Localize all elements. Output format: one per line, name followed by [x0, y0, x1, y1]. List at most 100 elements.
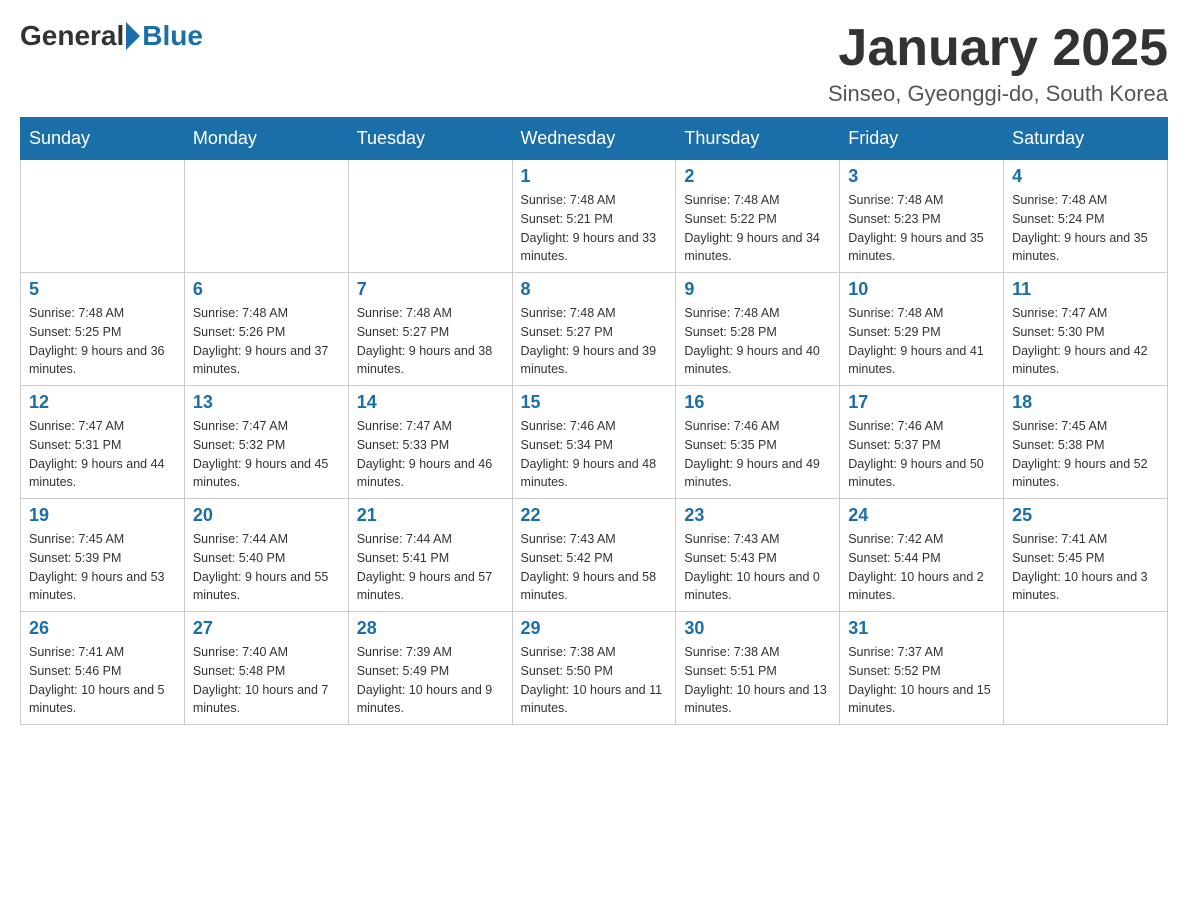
calendar-header-thursday: Thursday [676, 118, 840, 160]
calendar-header-friday: Friday [840, 118, 1004, 160]
day-number: 31 [848, 618, 995, 639]
calendar-week-row: 26 Sunrise: 7:41 AMSunset: 5:46 PMDayligh… [21, 612, 1168, 725]
day-number: 10 [848, 279, 995, 300]
day-info: Sunrise: 7:47 AMSunset: 5:31 PMDaylight:… [29, 417, 176, 492]
day-info: Sunrise: 7:41 AMSunset: 5:46 PMDaylight:… [29, 643, 176, 718]
calendar-week-row: 5 Sunrise: 7:48 AMSunset: 5:25 PMDaylight… [21, 273, 1168, 386]
calendar-header-saturday: Saturday [1004, 118, 1168, 160]
day-number: 21 [357, 505, 504, 526]
calendar-cell: 2 Sunrise: 7:48 AMSunset: 5:22 PMDaylight… [676, 160, 840, 273]
day-number: 24 [848, 505, 995, 526]
calendar-cell: 30 Sunrise: 7:38 AMSunset: 5:51 PMDayligh… [676, 612, 840, 725]
day-number: 1 [521, 166, 668, 187]
day-number: 9 [684, 279, 831, 300]
day-number: 15 [521, 392, 668, 413]
logo: General Blue [20, 20, 203, 52]
day-number: 17 [848, 392, 995, 413]
calendar-week-row: 19Sunrise: 7:45 AMSunset: 5:39 PMDayligh… [21, 499, 1168, 612]
calendar-cell: 27Sunrise: 7:40 AMSunset: 5:48 PMDayligh… [184, 612, 348, 725]
calendar-cell: 13 Sunrise: 7:47 AMSunset: 5:32 PMDayligh… [184, 386, 348, 499]
month-title: January 2025 [828, 20, 1168, 77]
day-info: Sunrise: 7:47 AMSunset: 5:32 PMDaylight:… [193, 417, 340, 492]
day-number: 12 [29, 392, 176, 413]
day-info: Sunrise: 7:48 AMSunset: 5:27 PMDaylight:… [521, 304, 668, 379]
calendar-header-wednesday: Wednesday [512, 118, 676, 160]
calendar-cell: 16Sunrise: 7:46 AMSunset: 5:35 PMDayligh… [676, 386, 840, 499]
day-number: 7 [357, 279, 504, 300]
day-number: 25 [1012, 505, 1159, 526]
location-subtitle: Sinseo, Gyeonggi-do, South Korea [828, 81, 1168, 107]
day-number: 3 [848, 166, 995, 187]
day-info: Sunrise: 7:48 AMSunset: 5:25 PMDaylight:… [29, 304, 176, 379]
calendar-header-tuesday: Tuesday [348, 118, 512, 160]
day-info: Sunrise: 7:45 AMSunset: 5:38 PMDaylight:… [1012, 417, 1159, 492]
day-info: Sunrise: 7:37 AMSunset: 5:52 PMDaylight:… [848, 643, 995, 718]
calendar-cell: 9 Sunrise: 7:48 AMSunset: 5:28 PMDaylight… [676, 273, 840, 386]
calendar-cell: 31 Sunrise: 7:37 AMSunset: 5:52 PMDayligh… [840, 612, 1004, 725]
calendar-cell: 10 Sunrise: 7:48 AMSunset: 5:29 PMDayligh… [840, 273, 1004, 386]
day-number: 5 [29, 279, 176, 300]
day-number: 18 [1012, 392, 1159, 413]
calendar-cell: 24 Sunrise: 7:42 AMSunset: 5:44 PMDayligh… [840, 499, 1004, 612]
page-header: General Blue January 2025 Sinseo, Gyeong… [20, 20, 1168, 107]
calendar-week-row: 12 Sunrise: 7:47 AMSunset: 5:31 PMDayligh… [21, 386, 1168, 499]
calendar-cell: 3 Sunrise: 7:48 AMSunset: 5:23 PMDaylight… [840, 160, 1004, 273]
day-number: 8 [521, 279, 668, 300]
calendar-header-sunday: Sunday [21, 118, 185, 160]
day-info: Sunrise: 7:44 AMSunset: 5:41 PMDaylight:… [357, 530, 504, 605]
title-block: January 2025 Sinseo, Gyeonggi-do, South … [828, 20, 1168, 107]
day-number: 13 [193, 392, 340, 413]
day-info: Sunrise: 7:48 AMSunset: 5:23 PMDaylight:… [848, 191, 995, 266]
day-info: Sunrise: 7:39 AMSunset: 5:49 PMDaylight:… [357, 643, 504, 718]
calendar-cell: 5 Sunrise: 7:48 AMSunset: 5:25 PMDaylight… [21, 273, 185, 386]
calendar-week-row: 1 Sunrise: 7:48 AMSunset: 5:21 PMDaylight… [21, 160, 1168, 273]
day-info: Sunrise: 7:46 AMSunset: 5:34 PMDaylight:… [521, 417, 668, 492]
calendar-cell: 12 Sunrise: 7:47 AMSunset: 5:31 PMDayligh… [21, 386, 185, 499]
calendar-cell: 8 Sunrise: 7:48 AMSunset: 5:27 PMDaylight… [512, 273, 676, 386]
day-number: 4 [1012, 166, 1159, 187]
calendar-cell: 4 Sunrise: 7:48 AMSunset: 5:24 PMDaylight… [1004, 160, 1168, 273]
day-info: Sunrise: 7:48 AMSunset: 5:28 PMDaylight:… [684, 304, 831, 379]
calendar-cell: 26 Sunrise: 7:41 AMSunset: 5:46 PMDayligh… [21, 612, 185, 725]
calendar-cell: 20Sunrise: 7:44 AMSunset: 5:40 PMDayligh… [184, 499, 348, 612]
day-number: 29 [521, 618, 668, 639]
day-number: 28 [357, 618, 504, 639]
calendar-cell: 15 Sunrise: 7:46 AMSunset: 5:34 PMDayligh… [512, 386, 676, 499]
calendar-cell: 23 Sunrise: 7:43 AMSunset: 5:43 PMDayligh… [676, 499, 840, 612]
calendar-cell: 25 Sunrise: 7:41 AMSunset: 5:45 PMDayligh… [1004, 499, 1168, 612]
day-info: Sunrise: 7:43 AMSunset: 5:43 PMDaylight:… [684, 530, 831, 605]
logo-arrow-icon [126, 22, 140, 50]
day-info: Sunrise: 7:46 AMSunset: 5:35 PMDaylight:… [684, 417, 831, 492]
calendar-cell [21, 160, 185, 273]
day-number: 19 [29, 505, 176, 526]
day-info: Sunrise: 7:47 AMSunset: 5:33 PMDaylight:… [357, 417, 504, 492]
day-info: Sunrise: 7:48 AMSunset: 5:27 PMDaylight:… [357, 304, 504, 379]
calendar-cell: 17 Sunrise: 7:46 AMSunset: 5:37 PMDayligh… [840, 386, 1004, 499]
calendar-cell: 21 Sunrise: 7:44 AMSunset: 5:41 PMDayligh… [348, 499, 512, 612]
calendar-cell: 7 Sunrise: 7:48 AMSunset: 5:27 PMDaylight… [348, 273, 512, 386]
day-number: 2 [684, 166, 831, 187]
day-number: 11 [1012, 279, 1159, 300]
day-number: 20 [193, 505, 340, 526]
day-number: 23 [684, 505, 831, 526]
day-info: Sunrise: 7:38 AMSunset: 5:50 PMDaylight:… [521, 643, 668, 718]
day-number: 26 [29, 618, 176, 639]
calendar-cell [348, 160, 512, 273]
calendar-cell [184, 160, 348, 273]
day-number: 30 [684, 618, 831, 639]
calendar-header-monday: Monday [184, 118, 348, 160]
day-info: Sunrise: 7:46 AMSunset: 5:37 PMDaylight:… [848, 417, 995, 492]
calendar-cell: 18 Sunrise: 7:45 AMSunset: 5:38 PMDayligh… [1004, 386, 1168, 499]
day-info: Sunrise: 7:38 AMSunset: 5:51 PMDaylight:… [684, 643, 831, 718]
calendar-cell: 29 Sunrise: 7:38 AMSunset: 5:50 PMDayligh… [512, 612, 676, 725]
day-number: 22 [521, 505, 668, 526]
day-info: Sunrise: 7:41 AMSunset: 5:45 PMDaylight:… [1012, 530, 1159, 605]
day-info: Sunrise: 7:42 AMSunset: 5:44 PMDaylight:… [848, 530, 995, 605]
day-info: Sunrise: 7:48 AMSunset: 5:22 PMDaylight:… [684, 191, 831, 266]
calendar-cell: 11 Sunrise: 7:47 AMSunset: 5:30 PMDayligh… [1004, 273, 1168, 386]
day-info: Sunrise: 7:40 AMSunset: 5:48 PMDaylight:… [193, 643, 340, 718]
day-info: Sunrise: 7:47 AMSunset: 5:30 PMDaylight:… [1012, 304, 1159, 379]
day-info: Sunrise: 7:48 AMSunset: 5:29 PMDaylight:… [848, 304, 995, 379]
day-info: Sunrise: 7:48 AMSunset: 5:21 PMDaylight:… [521, 191, 668, 266]
day-info: Sunrise: 7:48 AMSunset: 5:24 PMDaylight:… [1012, 191, 1159, 266]
